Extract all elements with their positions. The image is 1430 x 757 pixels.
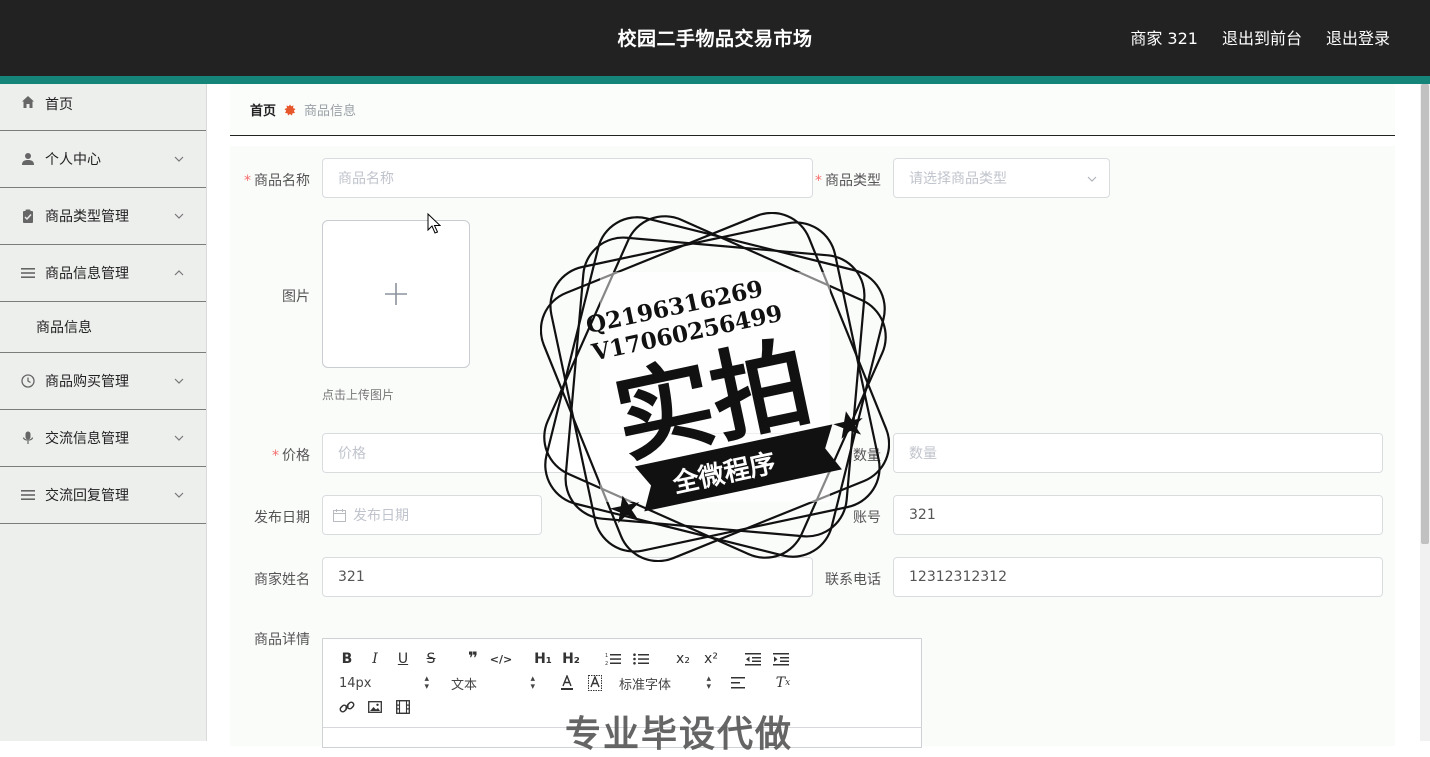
image-icon[interactable]	[361, 697, 389, 717]
watermark-stamp: Q2196316269 V17060256499 实拍 全微程序	[540, 212, 890, 562]
exit-to-front-link[interactable]: 退出到前台	[1222, 25, 1302, 49]
subscript-button[interactable]: x₂	[669, 649, 697, 669]
sidebar-item-label: 商品购买管理	[45, 374, 129, 390]
sidebar-item-category-management[interactable]: 商品类型管理	[0, 188, 206, 245]
indent-icon[interactable]	[767, 649, 795, 669]
chevron-down-icon	[174, 156, 184, 162]
chevron-down-icon	[174, 378, 184, 384]
product-type-select[interactable]: 请选择商品类型	[893, 158, 1110, 198]
breadcrumb: 首页 商品信息	[230, 84, 1395, 136]
sidebar-item-message-management[interactable]: 交流信息管理	[0, 410, 206, 467]
top-header: 校园二手物品交易市场 商家 321 退出到前台 退出登录	[0, 0, 1430, 76]
sidebar-item-label: 交流信息管理	[45, 431, 129, 447]
image-upload[interactable]	[322, 220, 470, 368]
current-user-link[interactable]: 商家 321	[1130, 25, 1198, 49]
bullet-list-icon[interactable]	[627, 649, 655, 669]
phone-input[interactable]: 12312312312	[893, 557, 1383, 597]
align-icon[interactable]	[725, 673, 753, 693]
sidebar-item-label: 商品类型管理	[45, 209, 129, 225]
header-accent-bar	[0, 76, 1430, 84]
clock-icon	[20, 373, 36, 389]
background-color-icon[interactable]	[581, 673, 609, 693]
code-icon[interactable]: </>	[487, 649, 515, 669]
header-1-button[interactable]: H₁	[529, 649, 557, 669]
sidebar-item-reply-management[interactable]: 交流回复管理	[0, 467, 206, 524]
plus-icon	[385, 283, 407, 305]
chevron-down-icon	[174, 492, 184, 498]
product-name-input[interactable]: 商品名称	[322, 158, 813, 198]
breadcrumb-separator-icon	[284, 104, 296, 116]
editor-toolbar-row-1: B I U S ❞ </> H₁ H₂ 12 x₂ x²	[333, 649, 795, 669]
sidebar-subitem-label: 商品信息	[36, 320, 92, 336]
product-name-label: * 商品名称	[244, 173, 310, 189]
sidebar-subitem-product-info[interactable]: 商品信息	[0, 302, 206, 353]
clipboard-icon	[20, 208, 36, 224]
bold-button[interactable]: B	[333, 649, 361, 669]
user-icon	[20, 151, 36, 167]
chevron-down-icon	[174, 435, 184, 441]
blockquote-icon[interactable]: ❞	[459, 649, 487, 669]
image-label: 图片	[282, 289, 310, 305]
sidebar: 首页 个人中心 商品类型管理 商品信息管理 商品信息 商品购买管理 交流信息管理…	[0, 84, 207, 741]
detail-label: 商品详情	[254, 632, 310, 648]
editor-toolbar-row-3	[333, 697, 417, 717]
sidebar-item-label: 交流回复管理	[45, 488, 129, 504]
sidebar-item-personal-center[interactable]: 个人中心	[0, 131, 206, 188]
sidebar-item-home[interactable]: 首页	[0, 84, 206, 131]
video-icon[interactable]	[389, 697, 417, 717]
product-type-label: * 商品类型	[815, 173, 881, 189]
chevron-down-icon	[1087, 176, 1097, 182]
editor-toolbar-row-2: 14px ▴ ▾ 文本 ▴ ▾ 标准字体 ▴ ▾ Tx	[333, 673, 797, 693]
header-links: 商家 321 退出到前台 退出登录	[1130, 25, 1390, 49]
logout-link[interactable]: 退出登录	[1326, 25, 1390, 49]
account-input[interactable]: 321	[893, 495, 1383, 535]
price-label: * 价格	[272, 448, 310, 464]
font-family-select[interactable]: 标准字体 ▴ ▾	[619, 674, 711, 693]
chevron-down-icon	[174, 213, 184, 219]
sidebar-item-label: 首页	[45, 97, 73, 113]
microphone-icon	[20, 430, 36, 446]
upload-tip: 点击上传图片	[322, 388, 395, 402]
sidebar-item-label: 个人中心	[45, 152, 101, 168]
svg-text:1: 1	[605, 653, 608, 659]
publish-date-label: 发布日期	[254, 510, 310, 526]
home-icon	[20, 94, 36, 110]
chevron-up-icon	[174, 270, 184, 276]
svg-text:2: 2	[605, 661, 608, 666]
watermark-bottom-text: 专业毕设代做	[565, 714, 794, 755]
list-icon	[20, 487, 36, 503]
strike-button[interactable]: S	[417, 649, 445, 669]
font-color-icon[interactable]	[553, 673, 581, 693]
outdent-icon[interactable]	[739, 649, 767, 669]
font-size-select[interactable]: 14px ▴ ▾	[339, 675, 429, 692]
sidebar-item-purchase-management[interactable]: 商品购买管理	[0, 353, 206, 410]
breadcrumb-current: 商品信息	[304, 104, 357, 119]
publish-date-picker[interactable]: 发布日期	[322, 495, 542, 535]
sidebar-item-label: 商品信息管理	[45, 266, 129, 282]
header-2-button[interactable]: H₂	[557, 649, 585, 669]
clean-format-icon[interactable]: Tx	[769, 673, 797, 693]
merchant-name-input[interactable]: 321	[322, 557, 813, 597]
link-icon[interactable]	[333, 697, 361, 717]
calendar-icon	[333, 508, 346, 522]
superscript-button[interactable]: x²	[697, 649, 725, 669]
breadcrumb-home[interactable]: 首页	[250, 100, 276, 119]
italic-button[interactable]: I	[361, 649, 389, 669]
phone-label: 联系电话	[825, 572, 881, 588]
merchant-name-label: 商家姓名	[254, 572, 310, 588]
quantity-input[interactable]: 数量	[893, 433, 1383, 473]
list-icon	[20, 265, 36, 281]
underline-button[interactable]: U	[389, 649, 417, 669]
sidebar-item-product-info-management[interactable]: 商品信息管理	[0, 245, 206, 302]
format-select[interactable]: 文本 ▴ ▾	[451, 674, 535, 693]
mouse-cursor-icon	[427, 213, 441, 234]
scrollbar-thumb[interactable]	[1421, 84, 1429, 544]
ordered-list-icon[interactable]: 12	[599, 649, 627, 669]
